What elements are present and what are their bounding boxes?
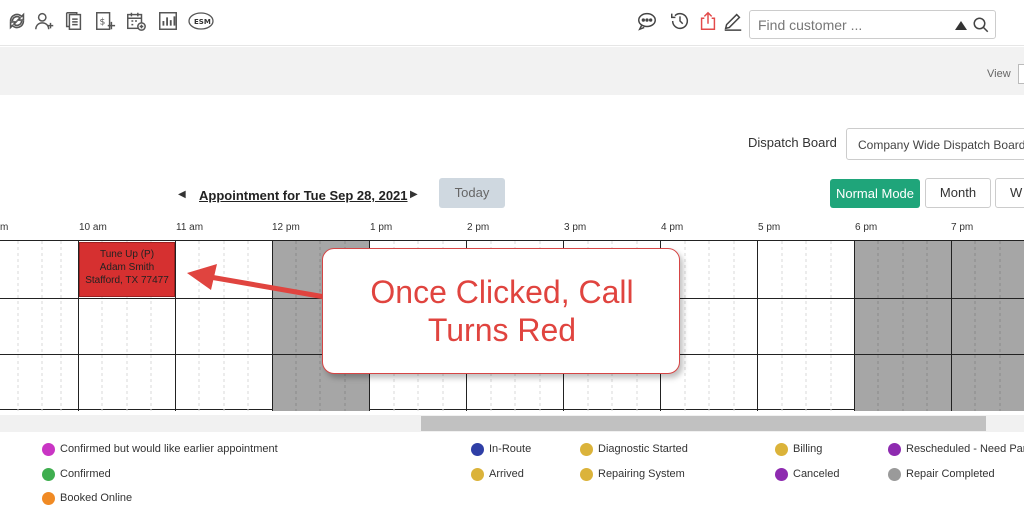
scrollbar-thumb[interactable]: [421, 416, 986, 431]
status-dot-icon: [888, 468, 901, 481]
time-label: 3 pm: [564, 222, 587, 233]
callout-line-1: Once Clicked, Call: [370, 274, 634, 310]
view-select[interactable]: [1018, 64, 1024, 84]
appointment-block[interactable]: Tune Up (P) Adam Smith Stafford, TX 7747…: [79, 242, 175, 297]
time-label: 11 am: [176, 222, 204, 233]
esm-icon[interactable]: ESM: [188, 10, 214, 32]
refresh-icon[interactable]: [6, 10, 28, 32]
status-dot-icon: [775, 443, 788, 456]
appointment-customer: Adam Smith: [99, 262, 155, 273]
prev-day-icon[interactable]: ◀: [178, 189, 186, 200]
edit-icon[interactable]: [722, 10, 744, 32]
view-label: View: [987, 68, 1011, 80]
status-dot-icon: [471, 468, 484, 481]
dispatch-board-select[interactable]: Company Wide Dispatch Board: [846, 128, 1024, 160]
status-dot-icon: [471, 443, 484, 456]
time-label: 10 am: [79, 222, 107, 233]
status-dot-icon: [580, 468, 593, 481]
month-button[interactable]: Month: [925, 178, 991, 208]
calendar-add-icon[interactable]: [125, 10, 147, 32]
appointment-location: Stafford, TX 77477: [85, 275, 169, 286]
add-user-icon[interactable]: [34, 10, 56, 32]
time-label: 6 pm: [855, 222, 878, 233]
normal-mode-button[interactable]: Normal Mode: [830, 179, 920, 208]
time-label: 12 pm: [272, 222, 300, 233]
callout-line-2: Turns Red: [427, 312, 577, 348]
time-label: m: [0, 222, 9, 233]
status-dot-icon: [580, 443, 593, 456]
chat-icon[interactable]: [636, 10, 658, 32]
status-dot-icon: [42, 468, 55, 481]
today-button[interactable]: Today: [439, 178, 505, 208]
annotation-callout: Once Clicked, Call Turns Red: [322, 248, 680, 374]
time-label: 1 pm: [370, 222, 393, 233]
customer-search[interactable]: [749, 10, 996, 39]
appointment-title: Tune Up (P): [99, 249, 155, 260]
next-day-icon[interactable]: ▶: [410, 189, 418, 200]
svg-text:$: $: [100, 17, 106, 28]
export-icon[interactable]: [697, 10, 719, 32]
documents-icon[interactable]: [63, 10, 85, 32]
sub-header-band: [0, 47, 1024, 95]
week-button[interactable]: W: [995, 178, 1024, 208]
search-input[interactable]: [758, 16, 948, 34]
invoice-add-icon[interactable]: $: [94, 10, 116, 32]
history-icon[interactable]: [669, 10, 691, 32]
dispatch-board-value: Company Wide Dispatch Board: [858, 138, 1024, 152]
caret-up-icon[interactable]: [955, 20, 967, 30]
annotation-arrow: [187, 264, 328, 300]
time-label: 4 pm: [661, 222, 684, 233]
bar-chart-icon[interactable]: [157, 10, 179, 32]
time-label: 7 pm: [951, 222, 974, 233]
search-icon[interactable]: [972, 16, 990, 34]
status-dot-icon: [42, 492, 55, 505]
time-label: 2 pm: [467, 222, 490, 233]
svg-text:ESM: ESM: [194, 18, 211, 26]
time-label: 5 pm: [758, 222, 781, 233]
status-dot-icon: [888, 443, 901, 456]
top-toolbar: $ ESM: [0, 0, 1024, 46]
status-dot-icon: [42, 443, 55, 456]
appointment-date-title[interactable]: Appointment for Tue Sep 28, 2021: [199, 188, 408, 203]
dispatch-board-label: Dispatch Board: [748, 135, 837, 150]
status-dot-icon: [775, 468, 788, 481]
